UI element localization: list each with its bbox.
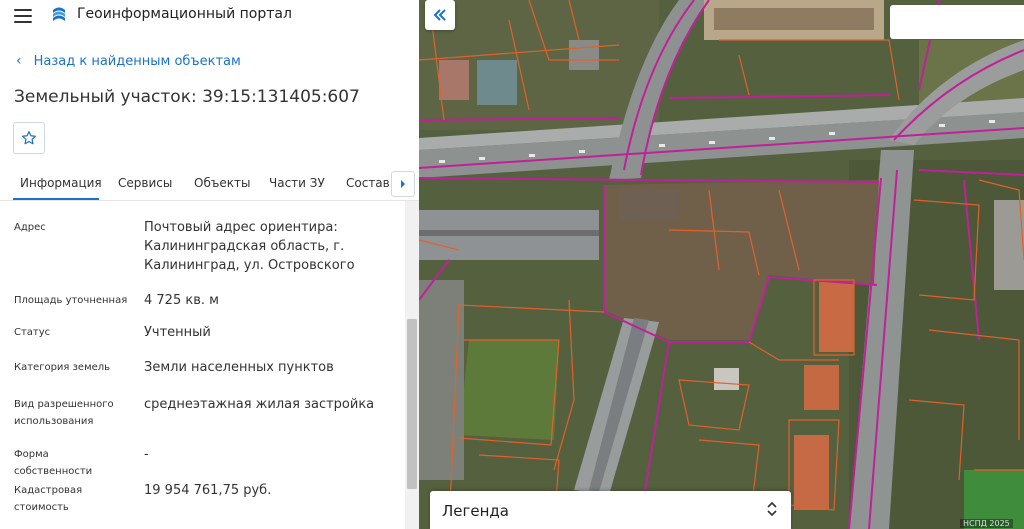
hamburger-icon[interactable]	[14, 9, 32, 23]
back-to-results-link[interactable]: ‹ Назад к найденным объектам	[16, 53, 241, 69]
info-label: Кадастровая стоимость	[14, 485, 83, 513]
satellite-map[interactable]	[419, 0, 1024, 529]
tab-parts[interactable]: Части ЗУ	[269, 176, 325, 190]
star-icon	[22, 131, 36, 145]
scrollbar-thumb[interactable]	[407, 319, 417, 489]
map-copyright: НСПД 2025	[960, 519, 1013, 528]
tabs-next-button[interactable]	[391, 171, 415, 197]
tab-info[interactable]: Информация	[20, 176, 102, 190]
object-info-panel: Геоинформационный портал ‹ Назад к найден…	[0, 0, 419, 529]
info-value: 19 954 761,75 руб.	[144, 483, 272, 498]
tab-bar: Информация Сервисы Объекты Части ЗУ Сост…	[0, 170, 392, 200]
chevron-right-icon	[401, 180, 405, 188]
tab-composition[interactable]: Состав	[346, 176, 390, 190]
tab-objects[interactable]: Объекты	[194, 176, 250, 190]
info-label: Вид разрешенного использования	[14, 399, 114, 427]
tabs-divider	[0, 200, 419, 201]
info-value: Почтовый адрес ориентира: Калининградска…	[144, 220, 355, 273]
back-link-label: Назад к найденным объектам	[33, 54, 241, 69]
portal-logo-icon	[53, 7, 65, 21]
tab-services[interactable]: Сервисы	[118, 176, 172, 190]
map-view[interactable]	[419, 0, 1024, 529]
sort-arrows-icon	[767, 501, 777, 517]
favorite-button[interactable]	[13, 122, 45, 154]
info-label: Форма собственности	[14, 449, 93, 477]
info-value: Учтенный	[144, 325, 211, 340]
info-value: Земли населенных пунктов	[144, 360, 334, 375]
chevron-left-icon: ‹	[16, 53, 22, 69]
info-value: среднеэтажная жилая застройка	[144, 397, 375, 412]
info-label: Площадь уточненная	[14, 295, 128, 306]
info-value: -	[144, 447, 149, 462]
info-label: Адрес	[14, 222, 46, 233]
info-value: 4 725 кв. м	[144, 293, 219, 308]
top-bar: Геоинформационный портал	[0, 0, 419, 32]
collapse-panel-button[interactable]	[425, 0, 455, 30]
double-chevron-left-icon	[433, 9, 446, 21]
legend-panel[interactable]: Легенда	[430, 491, 791, 529]
page-title: Земельный участок: 39:15:131405:607	[14, 87, 360, 107]
app-title: Геоинформационный портал	[77, 6, 292, 22]
legend-title: Легенда	[442, 502, 509, 520]
map-search-input[interactable]	[890, 5, 1024, 39]
scrollbar[interactable]	[405, 201, 419, 529]
info-label: Статус	[14, 327, 51, 338]
info-label: Категория земель	[14, 362, 111, 373]
